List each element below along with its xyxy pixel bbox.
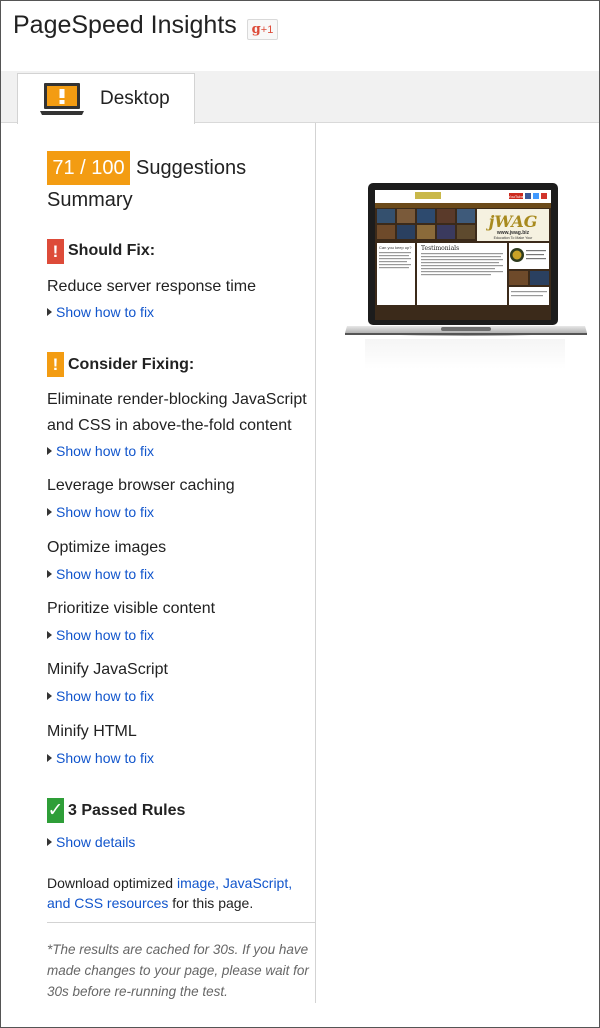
rule-title: Optimize images [47, 539, 167, 556]
show-how-to-fix-link[interactable]: Show how to fix [47, 627, 154, 643]
svg-text:Testimonials: Testimonials [421, 245, 459, 252]
expand-triangle-icon [47, 308, 52, 316]
show-how-to-fix-link[interactable]: Show how to fix [47, 304, 154, 320]
google-plus-suffix: +1 [260, 24, 274, 36]
header-bar: PageSpeed Insights g+1 [1, 1, 599, 71]
tab-strip: Desktop [1, 71, 599, 124]
expand-triangle-icon [47, 692, 52, 700]
should-fix-icon: ! [47, 239, 64, 264]
expand-triangle-icon [47, 631, 52, 639]
passed-rules-heading: 3 Passed Rules [68, 802, 186, 819]
rule-title: Minify HTML [47, 723, 137, 740]
google-plus-g: g [251, 22, 261, 37]
download-note: Download optimized image, JavaScript, an… [47, 875, 293, 911]
show-how-to-fix-link[interactable]: Show how to fix [47, 566, 154, 582]
show-details-link[interactable]: Show details [47, 834, 135, 850]
score-label: Suggestions [136, 157, 247, 179]
rule-title: Reduce server response time [47, 278, 256, 295]
expand-triangle-icon [47, 754, 52, 762]
passed-check-icon: ✓ [47, 798, 64, 823]
google-plus-one-button[interactable]: g+1 [247, 19, 278, 40]
cache-note: *The results are cached for 30s. If you … [47, 942, 309, 999]
rule-title: Minify JavaScript [47, 661, 168, 678]
pagespeed-window: PageSpeed Insights g+1 Desktop 71 / 100 … [0, 0, 600, 1028]
summary-heading: Summary [47, 189, 133, 211]
desktop-preview-screenshot: YouTube jWAG www.jwag.biz Education To M… [345, 183, 587, 369]
desktop-warning-icon [40, 83, 84, 115]
show-how-to-fix-link[interactable]: Show how to fix [47, 688, 154, 704]
svg-text:Can you keep up?: Can you keep up? [379, 245, 412, 250]
results-panel: 71 / 100 Suggestions Summary ! Should Fi… [1, 123, 316, 1003]
expand-triangle-icon [47, 447, 52, 455]
score-badge: 71 / 100 [47, 151, 130, 185]
rule-title: Leverage browser caching [47, 477, 235, 494]
rule-title: Prioritize visible content [47, 600, 216, 617]
tab-label: Desktop [100, 88, 170, 109]
consider-fixing-heading: Consider Fixing: [68, 356, 195, 373]
show-how-to-fix-link[interactable]: Show how to fix [47, 504, 154, 520]
rule-title: Eliminate render-blocking JavaScript and… [47, 391, 307, 434]
youtube-icon: YouTube [508, 194, 524, 199]
svg-text:jWAG: jWAG [486, 212, 538, 231]
show-how-to-fix-link[interactable]: Show how to fix [47, 443, 154, 459]
expand-triangle-icon [47, 508, 52, 516]
show-how-to-fix-link[interactable]: Show how to fix [47, 750, 154, 766]
tab-desktop[interactable]: Desktop [17, 73, 195, 124]
expand-triangle-icon [47, 838, 52, 846]
svg-text:Education To Make Your: Education To Make Your [494, 236, 533, 240]
divider [47, 922, 316, 923]
app-title: PageSpeed Insights [13, 11, 237, 39]
expand-triangle-icon [47, 570, 52, 578]
should-fix-heading: Should Fix: [68, 242, 156, 259]
consider-fixing-icon: ! [47, 352, 64, 377]
